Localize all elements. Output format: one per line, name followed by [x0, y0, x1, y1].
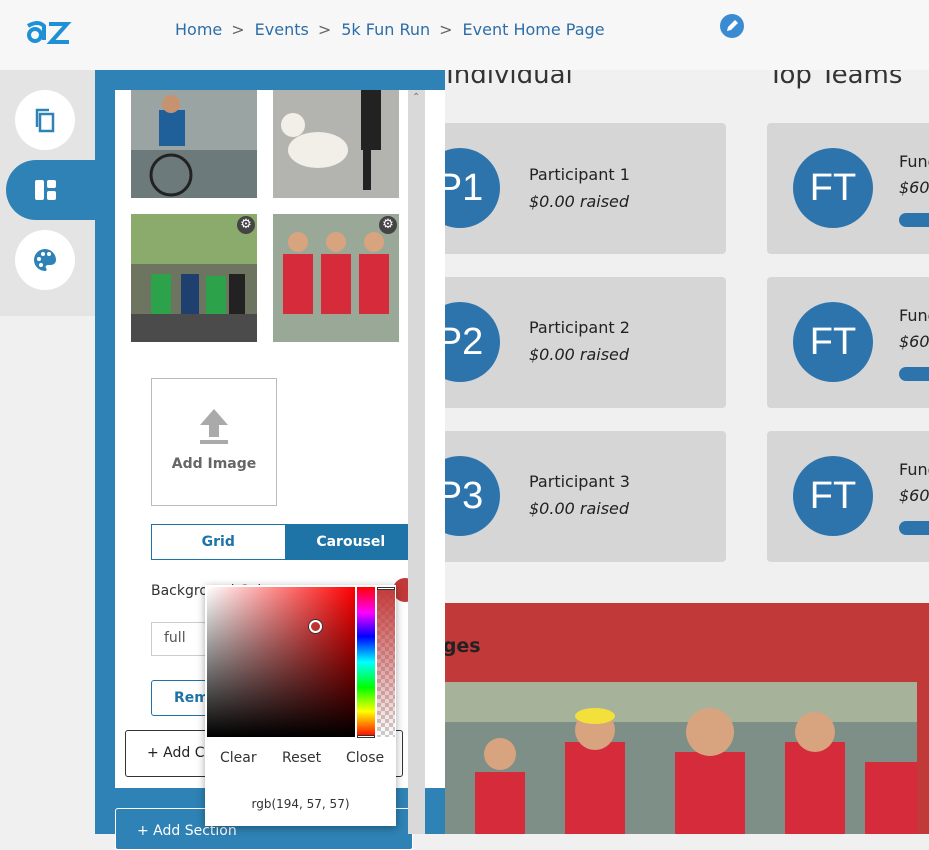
pencil-icon	[727, 20, 738, 31]
participant-name: Participant 3	[529, 472, 630, 491]
team-card[interactable]: FT Fund $60	[767, 431, 929, 562]
color-value: rgb(194, 57, 57)	[251, 797, 350, 811]
breadcrumb-separator: >	[439, 20, 453, 39]
participant-raised: $0.00 raised	[529, 345, 630, 364]
gear-icon[interactable]: ⚙	[237, 216, 255, 234]
add-content-label: + Add Co	[147, 745, 214, 761]
team-name: Fund	[899, 460, 929, 479]
carousel-option[interactable]: Carousel	[284, 525, 417, 559]
team-raised: $60	[899, 332, 929, 351]
team-card[interactable]: FT Fund $60	[767, 123, 929, 254]
team-progress-bar	[899, 367, 929, 381]
breadcrumb-separator: >	[317, 20, 332, 39]
breadcrumb-5k-fun-run[interactable]: 5k Fun Run	[341, 20, 430, 39]
page-preview: Top Individual Top Teams P1 Participant …	[430, 70, 929, 834]
top-individual-heading: Top Individual	[430, 70, 573, 90]
az-logo[interactable]	[22, 14, 74, 50]
carousel-image[interactable]	[445, 682, 917, 834]
wheelchair-racer-photo	[131, 90, 257, 198]
scroll-up-icon[interactable]: ⌃	[412, 92, 420, 103]
alpha-handle[interactable]	[377, 587, 395, 590]
participant-card[interactable]: P1 Participant 1 $0.00 raised	[430, 123, 726, 254]
breadcrumb-home[interactable]: Home	[175, 20, 222, 39]
builder-rail	[0, 70, 95, 316]
breadcrumb: Home > Events >5k Fun Run > Event Home Page	[175, 20, 605, 39]
saturation-area[interactable]	[207, 587, 355, 737]
add-image-button[interactable]: Add Image	[151, 378, 277, 506]
hue-slider[interactable]	[357, 587, 375, 738]
layout-toggle: Grid Carousel	[151, 524, 418, 560]
participant-name: Participant 1	[529, 165, 630, 184]
women-runners-photo	[273, 214, 399, 342]
upload-icon	[200, 409, 228, 444]
reset-button[interactable]: Reset	[282, 750, 321, 766]
copy-icon	[35, 108, 55, 133]
team-name: Fund	[899, 306, 929, 325]
image-thumbnail[interactable]: ⚙	[273, 214, 399, 342]
saturation-handle[interactable]	[309, 620, 322, 633]
team-avatar: FT	[793, 302, 873, 382]
layout-icon	[35, 180, 56, 200]
team-progress-bar	[899, 521, 929, 535]
breadcrumb-separator: >	[231, 20, 245, 39]
edit-page-button[interactable]	[720, 14, 744, 38]
participant-raised: $0.00 raised	[529, 499, 630, 518]
pages-button[interactable]	[15, 90, 75, 150]
theme-button[interactable]	[15, 230, 75, 290]
clear-button[interactable]: Clear	[220, 750, 257, 766]
image-thumbnail[interactable]	[273, 90, 399, 198]
panel-scrollbar[interactable]: ⌃	[408, 90, 425, 834]
team-raised: $60	[899, 486, 929, 505]
width-select-value: full	[164, 630, 186, 646]
team-progress-bar	[899, 213, 929, 227]
team-avatar: FT	[793, 456, 873, 536]
gear-icon[interactable]: ⚙	[379, 216, 397, 234]
participant-card[interactable]: P3 Participant 3 $0.00 raised	[430, 431, 726, 562]
participant-card[interactable]: P2 Participant 2 $0.00 raised	[430, 277, 726, 408]
add-image-label: Add Image	[171, 456, 257, 472]
alpha-slider[interactable]	[377, 587, 395, 737]
dog-runner-photo	[273, 90, 399, 198]
breadcrumb-events[interactable]: Events	[255, 20, 309, 39]
team-raised: $60	[899, 178, 929, 197]
image-thumbnail[interactable]: ⚙	[131, 214, 257, 342]
top-header: Home > Events >5k Fun Run > Event Home Page	[0, 0, 929, 70]
participant-raised: $0.00 raised	[529, 192, 630, 211]
layout-button[interactable]	[15, 160, 75, 220]
team-avatar: FT	[793, 148, 873, 228]
participant-name: Participant 2	[529, 318, 630, 337]
hue-handle[interactable]	[357, 735, 375, 738]
marathon-crowd-photo	[131, 214, 257, 342]
sections-tab-active[interactable]	[6, 160, 95, 220]
palette-icon	[34, 249, 56, 271]
close-button[interactable]: Close	[346, 750, 384, 766]
team-card[interactable]: FT Fund $60	[767, 277, 929, 408]
grid-option[interactable]: Grid	[152, 525, 285, 559]
color-picker-popover: Clear Reset Close rgb(194, 57, 57)	[205, 585, 396, 826]
team-name: Fund	[899, 152, 929, 171]
breadcrumb-event-home-page[interactable]: Event Home Page	[463, 20, 605, 39]
runners-photo	[445, 682, 917, 834]
image-thumbnail[interactable]	[131, 90, 257, 198]
top-teams-heading: Top Teams	[768, 70, 903, 90]
alpha-gradient	[377, 587, 395, 737]
